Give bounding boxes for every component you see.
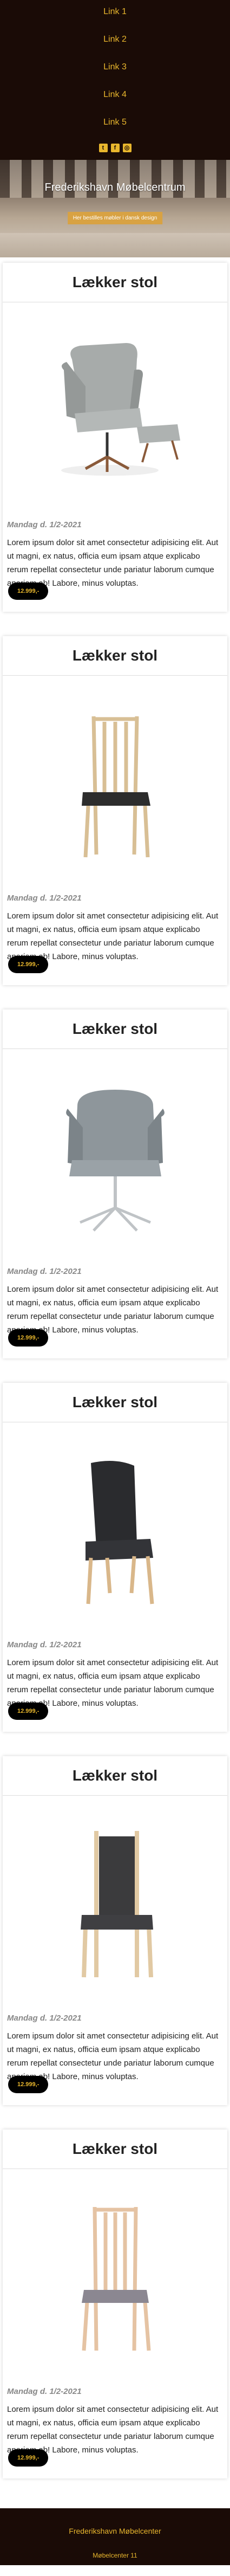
nav-link-5[interactable]: Link 5 <box>0 116 230 144</box>
product-list: Lækker stol Mandag d. 1/2-2021 Lorem ips… <box>0 257 230 2508</box>
card-date: Mandag d. 1/2-2021 <box>7 2014 82 2023</box>
card-date: Mandag d. 1/2-2021 <box>7 894 82 903</box>
card-title: Lækker stol <box>72 1767 158 1784</box>
card-date: Mandag d. 1/2-2021 <box>7 520 82 529</box>
card-text: Lorem ipsum dolor sit amet consectetur a… <box>7 538 219 588</box>
nav-link-4[interactable]: Link 4 <box>0 88 230 116</box>
card-text: Lorem ipsum dolor sit amet consectetur a… <box>7 2031 219 2081</box>
price-button[interactable]: 12.999,- <box>8 1703 49 1720</box>
main-nav: Link 1 Link 2 Link 3 Link 4 Link 5 t f ◎ <box>0 0 230 160</box>
price-button[interactable]: 12.999,- <box>8 1329 49 1347</box>
swivel-chair-image <box>3 1049 227 1260</box>
facebook-icon[interactable]: f <box>110 144 120 152</box>
product-card: Lækker stol Mandag d. 1/2-2021 Lorem ips… <box>3 1756 227 2105</box>
card-title: Lækker stol <box>72 1394 158 1410</box>
card-date: Mandag d. 1/2-2021 <box>7 1267 82 1276</box>
nav-link-1[interactable]: Link 1 <box>0 5 230 33</box>
product-card: Lækker stol Mandag d. 1/2-2021 Lorem ips… <box>3 263 227 612</box>
card-text: Lorem ipsum dolor sit amet consectetur a… <box>7 1285 219 1335</box>
footer-company-name: Frederikshavn Møbelcenter <box>69 2527 161 2535</box>
price-button[interactable]: 12.999,- <box>8 2076 49 2093</box>
card-date: Mandag d. 1/2-2021 <box>7 1640 82 1649</box>
card-title: Lækker stol <box>72 274 158 290</box>
dining-chair-black-image <box>3 1422 227 1634</box>
spindle-chair-image <box>3 676 227 887</box>
product-card: Lækker stol Mandag d. 1/2-2021 Lorem ips… <box>3 1383 227 1732</box>
lounge-chair-image <box>3 302 227 514</box>
card-text: Lorem ipsum dolor sit amet consectetur a… <box>7 1658 219 1708</box>
card-text: Lorem ipsum dolor sit amet consectetur a… <box>7 911 219 961</box>
site-footer: Frederikshavn Møbelcenter Møbelcenter 11 <box>0 2508 230 2565</box>
product-card: Lækker stol Mandag d. 1/2-2021 Lorem ips… <box>3 1009 227 1358</box>
hero-tagline: Her bestilles møbler i dansk design <box>67 212 163 224</box>
hero-banner: Frederikshavn Møbelcentrum Her bestilles… <box>0 160 230 257</box>
card-title: Lækker stol <box>72 2140 158 2157</box>
twitter-icon[interactable]: t <box>98 144 108 152</box>
nav-link-3[interactable]: Link 3 <box>0 61 230 88</box>
instagram-icon[interactable]: ◎ <box>122 144 132 152</box>
card-text: Lorem ipsum dolor sit amet consectetur a… <box>7 2405 219 2455</box>
product-card: Lækker stol Mandag d. 1/2-2021 Lorem ips… <box>3 636 227 985</box>
slat-chair-image <box>3 2169 227 2380</box>
footer-address: Møbelcenter 11 <box>93 2552 137 2559</box>
price-button[interactable]: 12.999,- <box>8 2449 49 2467</box>
dining-chair-framed-image <box>3 1796 227 2007</box>
price-button[interactable]: 12.999,- <box>8 582 49 600</box>
hero-title: Frederikshavn Møbelcentrum <box>44 182 186 193</box>
price-button[interactable]: 12.999,- <box>8 956 49 973</box>
card-title: Lækker stol <box>72 1020 158 1037</box>
social-links: t f ◎ <box>0 144 230 152</box>
card-title: Lækker stol <box>72 647 158 664</box>
nav-link-2[interactable]: Link 2 <box>0 33 230 61</box>
product-card: Lækker stol Mandag d. 1/2-2021 Lorem ips… <box>3 2130 227 2478</box>
card-date: Mandag d. 1/2-2021 <box>7 2387 82 2396</box>
